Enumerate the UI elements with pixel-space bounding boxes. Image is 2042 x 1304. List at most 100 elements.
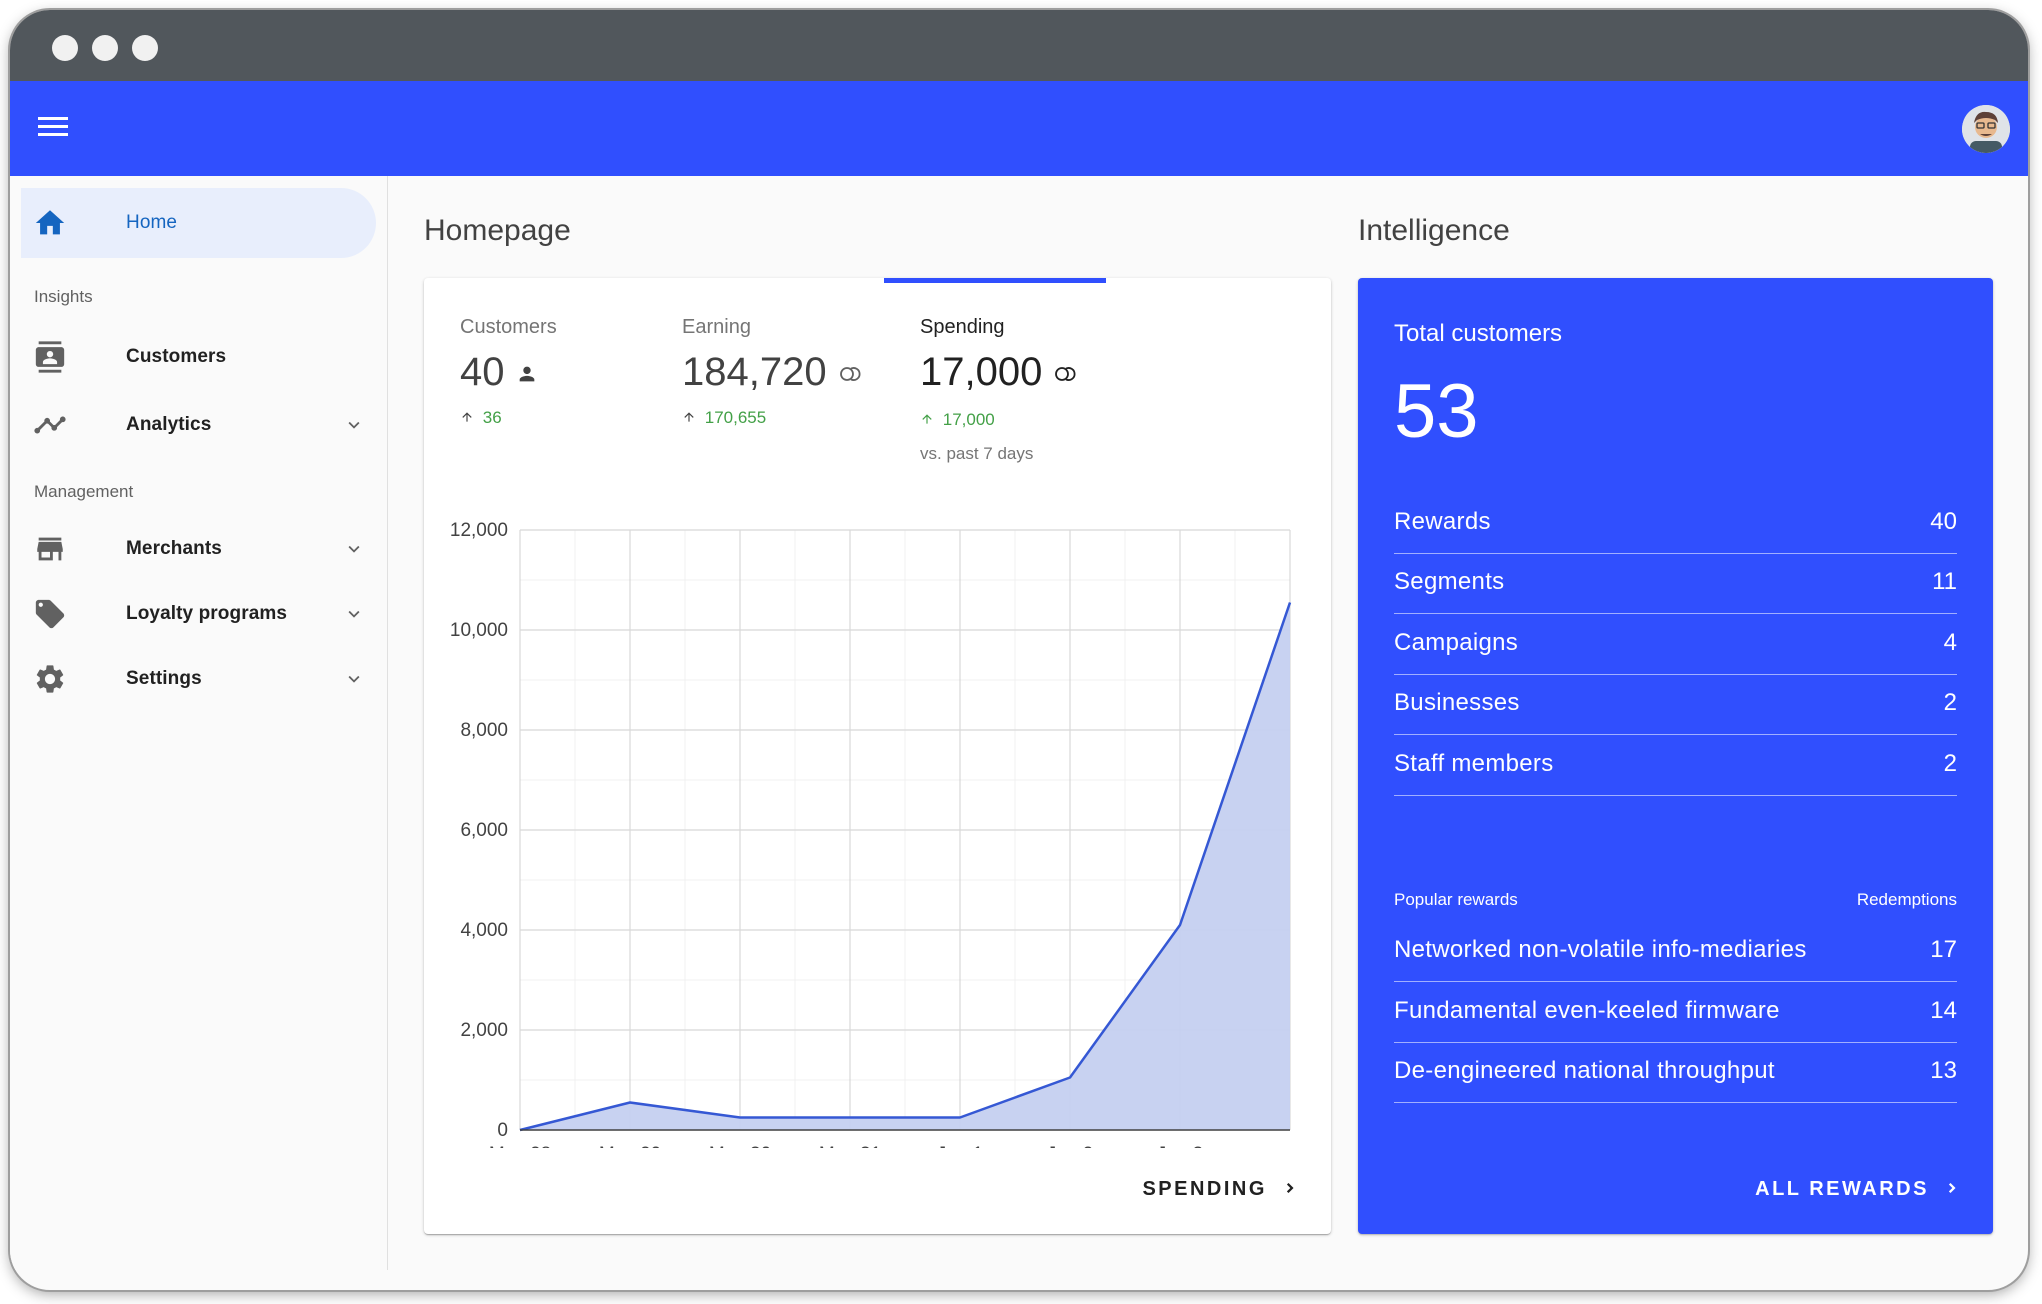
stat-name: Campaigns — [1394, 629, 1519, 656]
popular-reward-row[interactable]: Fundamental even-keeled firmware 14 — [1394, 983, 1957, 1043]
stat-row-businesses[interactable]: Businesses 2 — [1394, 675, 1957, 735]
arrow-up-icon — [684, 412, 694, 422]
window-dot[interactable] — [92, 35, 118, 61]
tab-earning[interactable]: Earning 184,720 170,655 — [646, 278, 868, 468]
tab-value: 40 — [460, 350, 538, 395]
tab-note: vs. past 7 days — [920, 444, 1034, 463]
reward-redemptions: 17 — [1930, 936, 1957, 963]
sidebar-item-merchants[interactable]: Merchants — [21, 518, 376, 578]
person-icon — [519, 367, 534, 382]
chevron-right-icon — [1286, 1182, 1294, 1194]
reward-redemptions: 13 — [1930, 1057, 1957, 1084]
y-tick-label: 6,000 — [460, 820, 508, 841]
sidebar-item-loyalty-programs[interactable]: Loyalty programs — [21, 583, 376, 643]
user-avatar[interactable] — [1962, 105, 2010, 153]
stat-row-staff-members[interactable]: Staff members 2 — [1394, 736, 1957, 796]
x-tick-label: Jun 1 — [937, 1144, 983, 1148]
stat-name: Segments — [1394, 568, 1505, 595]
reward-name: De-engineered national throughput — [1394, 1057, 1775, 1084]
intelligence-title: Intelligence — [1358, 214, 1510, 247]
sidebar-item-label: Loyalty programs — [126, 603, 288, 624]
sidebar-item-customers[interactable]: Customers — [21, 326, 376, 386]
y-tick-label: 4,000 — [460, 920, 508, 941]
total-customers-value: 53 — [1394, 369, 1479, 454]
gear-icon — [36, 665, 64, 693]
stat-row-segments[interactable]: Segments 11 — [1394, 554, 1957, 614]
tab-value: 17,000 — [920, 350, 1077, 395]
stat-name: Staff members — [1394, 750, 1554, 777]
tag-icon — [35, 599, 65, 629]
page-title: Homepage — [424, 214, 571, 247]
menu-icon[interactable] — [38, 113, 68, 143]
x-tick-label: May 29 — [599, 1144, 661, 1148]
stat-value: 11 — [1932, 568, 1957, 595]
home-icon — [35, 210, 65, 235]
tab-label: Spending — [920, 316, 1005, 338]
chevron-right-icon — [1948, 1182, 1956, 1194]
browser-window: Home Insights Customers Analytics Manage… — [10, 10, 2028, 1290]
stat-value: 4 — [1943, 629, 1957, 656]
section-label-management: Management — [34, 482, 134, 501]
stat-row-campaigns[interactable]: Campaigns 4 — [1394, 615, 1957, 675]
contacts-icon — [35, 341, 65, 373]
tab-value: 184,720 — [682, 350, 862, 395]
y-tick-label: 2,000 — [460, 1020, 508, 1041]
window-dot[interactable] — [132, 35, 158, 61]
sidebar-item-home[interactable]: Home — [21, 188, 376, 258]
section-label-insights: Insights — [34, 287, 93, 306]
tab-delta: 36 — [460, 408, 502, 428]
spending-link[interactable]: SPENDING — [1142, 1178, 1299, 1201]
sidebar-item-settings[interactable]: Settings — [21, 648, 376, 708]
chevron-down-icon[interactable] — [343, 603, 365, 625]
sidebar-item-label: Analytics — [126, 414, 212, 435]
total-customers-label: Total customers — [1394, 320, 1563, 347]
arrow-up-icon — [462, 412, 472, 422]
tab-label: Earning — [682, 316, 751, 338]
window-titlebar — [10, 10, 2028, 81]
y-tick-label: 0 — [497, 1120, 508, 1141]
stat-value: 2 — [1943, 750, 1957, 777]
x-tick-label: Jun 2 — [1047, 1144, 1093, 1148]
x-tick-label: May 28 — [489, 1144, 551, 1148]
stat-name: Rewards — [1394, 508, 1491, 535]
y-tick-label: 12,000 — [450, 520, 508, 541]
store-icon — [37, 537, 63, 561]
app-bar — [10, 81, 2028, 176]
tab-label: Customers — [460, 316, 557, 338]
popular-reward-row[interactable]: De-engineered national throughput 13 — [1394, 1043, 1957, 1103]
popular-rewards-label: Popular rewards — [1394, 890, 1518, 909]
reward-name: Fundamental even-keeled firmware — [1394, 997, 1780, 1024]
stat-name: Businesses — [1394, 689, 1520, 716]
popular-rewards-header: Popular rewards Redemptions — [1394, 890, 1957, 910]
sidebar: Home Insights Customers Analytics Manage… — [10, 176, 388, 1270]
tab-spending[interactable]: Spending 17,000 17,000 vs. past 7 days — [884, 278, 1106, 468]
all-rewards-link[interactable]: ALL REWARDS — [1755, 1178, 1961, 1201]
sidebar-item-label: Home — [126, 212, 178, 233]
arrow-up-icon — [922, 414, 932, 424]
sidebar-item-label: Merchants — [126, 538, 222, 559]
x-tick-label: May 31 — [819, 1144, 881, 1148]
y-tick-label: 8,000 — [460, 720, 508, 741]
coins-icon — [1055, 367, 1076, 382]
coins-icon — [839, 367, 861, 382]
sidebar-item-label: Customers — [126, 346, 227, 367]
y-tick-label: 10,000 — [450, 620, 508, 641]
spending-chart: 0 2,000 4,000 6,000 8,000 10,000 12,000 May 28 M… — [450, 520, 1292, 1148]
reward-redemptions: 14 — [1930, 997, 1957, 1024]
trending-icon — [34, 416, 66, 434]
sidebar-item-analytics[interactable]: Analytics — [21, 394, 376, 454]
stat-row-rewards[interactable]: Rewards 40 — [1394, 494, 1957, 554]
window-dot[interactable] — [52, 35, 78, 61]
x-tick-label: May 30 — [709, 1144, 771, 1148]
chevron-down-icon[interactable] — [343, 538, 365, 560]
chevron-down-icon[interactable] — [343, 414, 365, 436]
tab-customers[interactable]: Customers 40 36 — [424, 278, 646, 468]
reward-name: Networked non-volatile info-mediaries — [1394, 936, 1807, 963]
popular-reward-row[interactable]: Networked non-volatile info-mediaries 17 — [1394, 922, 1957, 982]
homepage-card: Customers 40 36 Earning 184,720 170,655 … — [424, 278, 1331, 1234]
sidebar-item-label: Settings — [126, 668, 202, 689]
tab-delta: 170,655 — [682, 408, 766, 428]
stat-value: 2 — [1943, 689, 1957, 716]
chevron-down-icon[interactable] — [343, 668, 365, 690]
x-tick-label: Jun 3 — [1157, 1144, 1203, 1148]
